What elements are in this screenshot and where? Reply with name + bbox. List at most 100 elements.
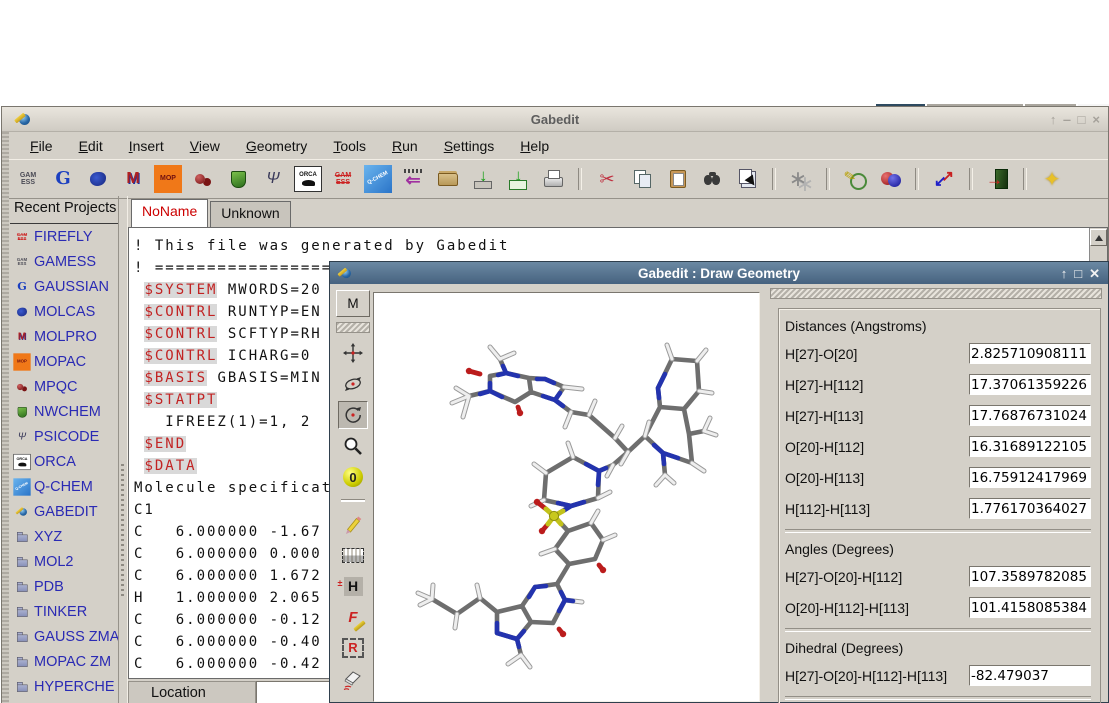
sidebar-item-firefly[interactable]: GAM ESSFIREFLY [10, 224, 118, 249]
pencil-tool-button[interactable] [338, 510, 368, 538]
sidebar-item-molpro[interactable]: MMOLPRO [10, 324, 118, 349]
folder-icon [13, 653, 30, 670]
sidebar-item-molcas[interactable]: MOLCAS [10, 299, 118, 324]
origin-atom-tool-button[interactable]: 0 [338, 463, 368, 491]
sidebar-item-mopac[interactable]: MOPMOPAC [10, 349, 118, 374]
menu-help[interactable]: Help [510, 135, 559, 157]
open-file-icon[interactable] [434, 165, 462, 193]
sidebar-item-tinker[interactable]: TINKER [10, 599, 118, 624]
measure-value-h-27-o-20[interactable] [969, 343, 1091, 364]
psicode-icon[interactable]: Ψ [259, 165, 287, 193]
print-icon[interactable] [539, 165, 567, 193]
residue-tool-button[interactable]: R [338, 634, 368, 662]
menu-file[interactable]: File [20, 135, 63, 157]
measure-row-h-27-h-113: H[27]-H[113] [785, 405, 1091, 426]
molcas-icon[interactable] [84, 165, 112, 193]
gaussian-icon[interactable]: G [49, 165, 77, 193]
sidebar-item-gamess[interactable]: GAM ESSGAMESS [10, 249, 118, 274]
orca-icon: ORCA [13, 453, 30, 469]
maximize-button[interactable]: □ [1074, 267, 1082, 280]
copy-icon[interactable] [628, 165, 656, 193]
maximize-button[interactable]: □ [1078, 113, 1086, 126]
sidebar-item-gabedit[interactable]: GABEDIT [10, 499, 118, 524]
adjust-hydrogens-tool-button[interactable]: H [338, 572, 368, 600]
sidebar-item-q-chem[interactable]: Q-CHEMQ-CHEM [10, 474, 118, 499]
sidebar-item-mopac-zm[interactable]: MOPAC ZM [10, 649, 118, 674]
sidebar-item-mpqc[interactable]: MPQC [10, 374, 118, 399]
about-icon[interactable] [1038, 165, 1066, 193]
translate-tool-button[interactable] [338, 339, 368, 367]
measure-value-o-20-h-112[interactable] [969, 436, 1091, 457]
exit-icon[interactable] [984, 165, 1012, 193]
sidebar-item-xyz[interactable]: XYZ [10, 524, 118, 549]
qchem-icon[interactable]: Q-CHEM [364, 165, 392, 193]
menu-tools[interactable]: Tools [323, 135, 376, 157]
palette-separator [341, 500, 365, 502]
draw-geometry-icon[interactable] [841, 165, 869, 193]
palette-grip[interactable] [336, 322, 370, 333]
measure-value-o-20-h-112-h-113[interactable] [969, 597, 1091, 618]
fragment-tool-button[interactable]: F [338, 603, 368, 631]
measure-value-h-27-h-112[interactable] [969, 374, 1091, 395]
sidebar-item-psicode[interactable]: ΨPSICODE [10, 424, 118, 449]
measure-value-h-27-o-20-h-112[interactable] [969, 566, 1091, 587]
rotate-3d-tool-button[interactable] [338, 370, 368, 398]
sidebar-item-mol2[interactable]: MOL2 [10, 549, 118, 574]
measure-value-h-27-h-113[interactable] [969, 405, 1091, 426]
sidebar-item-nwchem[interactable]: NWCHEM [10, 399, 118, 424]
shade-button[interactable]: ↑ [1061, 267, 1068, 280]
insert-icon[interactable] [399, 165, 427, 193]
eraser-tool-button[interactable] [338, 665, 368, 693]
orca-icon[interactable]: ORCA [294, 166, 322, 192]
sidebar-item-hyperche[interactable]: HYPERCHE [10, 674, 118, 699]
menu-run[interactable]: Run [382, 135, 428, 157]
zoom-tool-button[interactable] [338, 432, 368, 460]
rotate-3d-icon [342, 373, 364, 395]
firefly-icon-text: GAM ESS [17, 232, 27, 241]
cut-icon[interactable] [593, 165, 621, 193]
sidebar-item-gaussian[interactable]: GGAUSSIAN [10, 274, 118, 299]
orbitals-icon[interactable] [876, 165, 904, 193]
close-button[interactable]: ✕ [1089, 267, 1100, 280]
molpro-icon[interactable]: M [119, 165, 147, 193]
sidebar-item-pdb[interactable]: PDB [10, 574, 118, 599]
sidebar-item-label: ORCA [34, 454, 76, 470]
molecule-canvas[interactable] [373, 292, 760, 702]
sidebar-item-orca[interactable]: ORCAORCA [10, 449, 118, 474]
panel-grip[interactable] [770, 288, 1102, 299]
tab-noname[interactable]: NoName [131, 199, 208, 227]
select-rect-tool-button[interactable] [338, 541, 368, 569]
menu-geometry[interactable]: Geometry [236, 135, 317, 157]
save-as-icon[interactable] [504, 165, 532, 193]
measure-icon[interactable] [930, 165, 958, 193]
find-icon[interactable] [698, 165, 726, 193]
select-all-icon[interactable] [733, 165, 761, 193]
paste-icon[interactable] [663, 165, 691, 193]
close-button[interactable]: × [1092, 113, 1100, 126]
minimize-button[interactable]: ‒ [1063, 113, 1070, 126]
sidebar-item-gauss-zma[interactable]: GAUSS ZMA [10, 624, 118, 649]
menu-view[interactable]: View [180, 135, 230, 157]
preferences-icon[interactable] [787, 165, 815, 193]
scroll-up-button[interactable] [1090, 229, 1107, 246]
measure-value-h-112-h-113[interactable] [969, 498, 1091, 519]
menu-insert[interactable]: Insert [119, 135, 174, 157]
mopac-icon[interactable]: MOP [154, 165, 182, 193]
menu-button[interactable]: M [336, 290, 370, 317]
menu-edit[interactable]: Edit [69, 135, 113, 157]
mpqc-icon[interactable] [189, 165, 217, 193]
nwchem-icon[interactable] [224, 165, 252, 193]
measure-value-o-20-h-113[interactable] [969, 467, 1091, 488]
draw-titlebar[interactable]: Gabedit : Draw Geometry ↑□✕ [330, 262, 1108, 284]
rotate-z-tool-button[interactable] [338, 401, 368, 429]
gamess-icon[interactable]: GAM ESS [14, 165, 42, 193]
sidebar-splitter[interactable] [118, 196, 128, 703]
menu-settings[interactable]: Settings [434, 135, 505, 157]
firefly-icon[interactable]: GAM ESS [329, 165, 357, 193]
measure-value-h-27-o-20-h-112-h-113[interactable] [969, 665, 1091, 686]
shade-button[interactable]: ↑ [1050, 113, 1057, 126]
main-titlebar[interactable]: Gabedit ↑‒□× [2, 107, 1108, 132]
dihedral-section: Dihedral (Degrees) H[27]-O[20]-H[112]-H[… [785, 640, 1091, 686]
tab-unknown[interactable]: Unknown [210, 201, 290, 227]
save-icon[interactable] [469, 165, 497, 193]
